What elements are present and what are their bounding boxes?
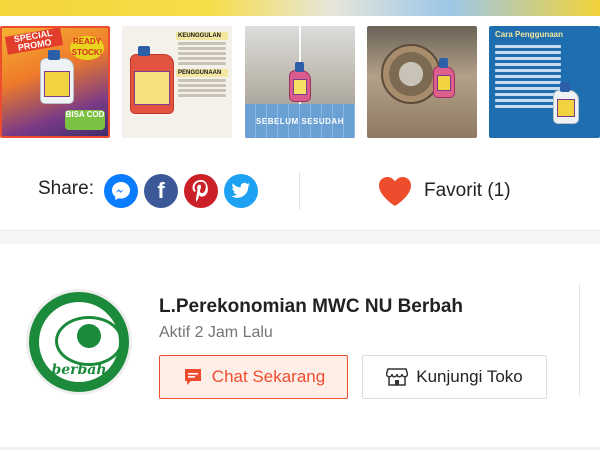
shop-avatar[interactable]: berbah — [26, 289, 132, 395]
heart-icon[interactable] — [377, 175, 413, 207]
ready-stock-badge: READY STOCK! — [70, 36, 104, 60]
store-icon — [386, 366, 409, 388]
instructions-title: Cara Penggunaan — [495, 30, 564, 39]
gallery-thumbnail-promo[interactable]: SPECIAL PROMO READY STOCK! BISA COD — [0, 26, 110, 138]
gallery-thumbnail-basin[interactable] — [367, 26, 477, 138]
pinterest-icon[interactable] — [184, 174, 218, 208]
facebook-icon[interactable]: f — [144, 174, 178, 208]
favorite-count-label[interactable]: Favorit (1) — [424, 180, 511, 202]
chat-icon — [182, 366, 204, 388]
product-bottle-image — [130, 46, 174, 114]
shop-name[interactable]: L.Perekonomian MWC NU Berbah — [159, 296, 463, 318]
info-panel: KEUNGGULAN PENGGUNAAN — [176, 32, 228, 130]
visit-shop-label: Kunjungi Toko — [416, 367, 523, 386]
share-divider — [299, 172, 300, 210]
shop-logo-text: berbah — [51, 362, 107, 378]
gallery-thumbnail-keunggulan[interactable]: KEUNGGULAN PENGGUNAAN — [122, 26, 232, 138]
visit-shop-button[interactable]: Kunjungi Toko — [362, 355, 547, 399]
keunggulan-heading: KEUNGGULAN — [176, 32, 228, 40]
chat-now-button[interactable]: Chat Sekarang — [159, 355, 348, 399]
cod-badge: BISA COD — [65, 110, 105, 130]
share-label: Share: — [38, 178, 94, 199]
banner-edge — [0, 0, 600, 16]
product-bottle-image — [289, 62, 311, 102]
image-gallery: SPECIAL PROMO READY STOCK! BISA COD KEUN… — [0, 26, 600, 138]
product-bottle-image — [433, 58, 455, 98]
basin-image — [381, 44, 441, 104]
globe-icon — [77, 324, 101, 348]
shop-section-divider — [579, 284, 580, 396]
shop-info-section: berbah L.Perekonomian MWC NU Berbah Akti… — [0, 244, 600, 450]
messenger-icon[interactable] — [104, 174, 138, 208]
chat-now-label: Chat Sekarang — [211, 367, 326, 386]
gallery-thumbnail-instructions[interactable]: Cara Penggunaan — [489, 26, 600, 138]
gallery-thumbnail-before-after[interactable]: SEBELUM SESUDAH — [245, 26, 355, 138]
product-bottle-image — [40, 50, 74, 104]
shop-active-status: Aktif 2 Jam Lalu — [159, 324, 273, 341]
share-favorite-row: Share: f Favorit (1) — [0, 165, 600, 221]
twitter-icon[interactable] — [224, 174, 258, 208]
section-divider — [0, 230, 600, 244]
penggunaan-heading: PENGGUNAAN — [176, 69, 228, 77]
before-after-caption: SEBELUM SESUDAH — [256, 117, 344, 126]
product-bottle-image — [553, 82, 579, 124]
